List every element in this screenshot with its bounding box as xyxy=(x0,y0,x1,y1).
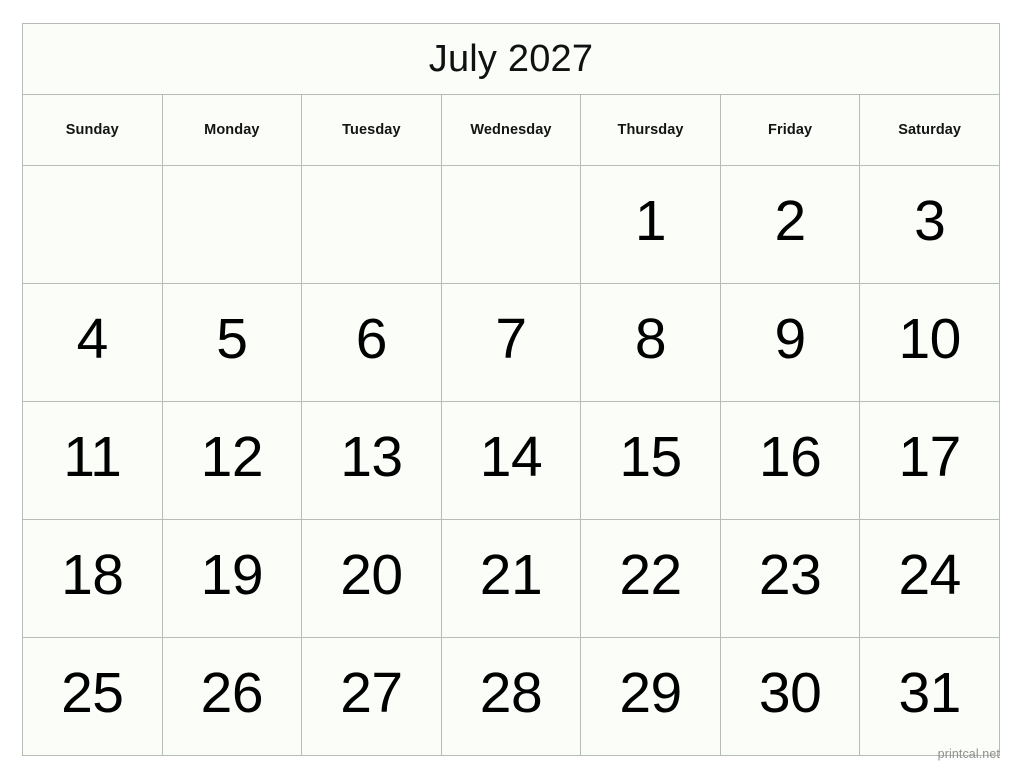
weekday-header-friday: Friday xyxy=(719,94,861,166)
day-number: 21 xyxy=(479,543,543,607)
weekday-header-tuesday: Tuesday xyxy=(301,94,442,166)
calendar-page: July 2027 Sunday Monday Tuesday Wednesda… xyxy=(0,0,1024,768)
day-cell[interactable]: 8 xyxy=(580,283,721,402)
day-number: 18 xyxy=(61,543,124,607)
day-cell[interactable]: 6 xyxy=(301,283,442,402)
day-cell[interactable]: 30 xyxy=(719,637,861,756)
weekday-header-label: Monday xyxy=(204,121,260,138)
day-number: 3 xyxy=(914,189,946,253)
day-number: 19 xyxy=(200,543,264,607)
day-number: 5 xyxy=(216,307,248,371)
day-cell[interactable]: 27 xyxy=(301,637,442,756)
day-number: 4 xyxy=(76,307,109,371)
calendar-week-row: 4 5 6 7 8 9 10 xyxy=(22,283,1000,402)
day-number: 10 xyxy=(898,307,961,371)
weekday-header-label: Thursday xyxy=(617,121,684,138)
calendar-week-row: 18 19 20 21 22 23 24 xyxy=(22,519,1000,638)
day-number: 9 xyxy=(774,307,806,371)
day-number: 2 xyxy=(774,189,806,253)
day-cell[interactable] xyxy=(440,165,582,284)
day-cell[interactable]: 18 xyxy=(22,519,163,638)
day-cell[interactable]: 25 xyxy=(22,637,163,756)
calendar-table: July 2027 Sunday Monday Tuesday Wednesda… xyxy=(22,23,1000,756)
weekday-header-row: Sunday Monday Tuesday Wednesday Thursday… xyxy=(22,94,1000,166)
day-cell[interactable]: 16 xyxy=(719,401,861,520)
day-cell[interactable]: 23 xyxy=(719,519,861,638)
day-number: 28 xyxy=(479,661,543,725)
day-number: 25 xyxy=(61,661,124,725)
calendar-week-row: 11 12 13 14 15 16 17 xyxy=(22,401,1000,520)
day-cell[interactable]: 11 xyxy=(22,401,163,520)
weekday-header-wednesday: Wednesday xyxy=(440,94,582,166)
page-title: July 2027 xyxy=(428,38,594,80)
day-cell[interactable]: 17 xyxy=(859,401,1000,520)
day-number: 29 xyxy=(619,661,682,725)
day-number: 7 xyxy=(495,307,527,371)
day-number: 11 xyxy=(63,425,122,489)
day-number: 17 xyxy=(898,425,961,489)
day-number: 20 xyxy=(340,543,403,607)
day-cell[interactable]: 10 xyxy=(859,283,1000,402)
weekday-header-label: Wednesday xyxy=(470,121,552,138)
day-cell[interactable]: 20 xyxy=(301,519,442,638)
day-number: 1 xyxy=(634,189,667,253)
day-number: 8 xyxy=(634,307,667,371)
day-cell[interactable]: 26 xyxy=(161,637,303,756)
calendar-week-row: 25 26 27 28 29 30 31 xyxy=(22,637,1000,756)
weekday-header-monday: Monday xyxy=(161,94,303,166)
day-cell[interactable]: 9 xyxy=(719,283,861,402)
day-cell[interactable]: 24 xyxy=(859,519,1000,638)
day-number: 26 xyxy=(200,661,264,725)
weekday-header-sunday: Sunday xyxy=(22,94,163,166)
day-cell[interactable]: 29 xyxy=(580,637,721,756)
day-number: 16 xyxy=(758,425,822,489)
day-cell[interactable]: 19 xyxy=(161,519,303,638)
day-number: 23 xyxy=(758,543,822,607)
day-cell[interactable]: 15 xyxy=(580,401,721,520)
day-cell[interactable]: 4 xyxy=(22,283,163,402)
day-number: 24 xyxy=(898,543,961,607)
calendar-title-cell: July 2027 xyxy=(22,23,1000,95)
day-cell[interactable]: 28 xyxy=(440,637,582,756)
day-cell[interactable] xyxy=(161,165,303,284)
site-credit[interactable]: printcal.net xyxy=(938,748,1000,761)
weekday-header-label: Sunday xyxy=(65,121,119,138)
day-number: 6 xyxy=(355,307,388,371)
day-cell[interactable]: 3 xyxy=(859,165,1000,284)
day-cell[interactable]: 22 xyxy=(580,519,721,638)
day-number: 14 xyxy=(479,425,543,489)
day-cell[interactable] xyxy=(22,165,163,284)
day-cell[interactable] xyxy=(301,165,442,284)
day-cell[interactable]: 7 xyxy=(440,283,582,402)
day-number: 22 xyxy=(619,543,682,607)
day-cell[interactable]: 12 xyxy=(161,401,303,520)
day-number: 12 xyxy=(200,425,264,489)
weekday-header-label: Friday xyxy=(768,121,813,138)
day-cell[interactable]: 2 xyxy=(719,165,861,284)
day-number: 13 xyxy=(340,425,403,489)
day-cell[interactable]: 14 xyxy=(440,401,582,520)
day-cell[interactable]: 13 xyxy=(301,401,442,520)
day-cell[interactable]: 21 xyxy=(440,519,582,638)
day-cell[interactable]: 1 xyxy=(580,165,721,284)
weekday-header-thursday: Thursday xyxy=(580,94,721,166)
calendar-title-row: July 2027 xyxy=(22,23,1000,95)
weekday-header-saturday: Saturday xyxy=(859,94,1000,166)
weekday-header-label: Saturday xyxy=(898,121,962,138)
day-number: 27 xyxy=(340,661,403,725)
calendar-week-row: 1 2 3 xyxy=(22,165,1000,284)
day-number: 15 xyxy=(619,425,682,489)
weekday-header-label: Tuesday xyxy=(342,121,401,138)
day-cell[interactable]: 31 xyxy=(859,637,1000,756)
day-cell[interactable]: 5 xyxy=(161,283,303,402)
day-number: 30 xyxy=(758,661,822,725)
day-number: 31 xyxy=(898,661,961,725)
